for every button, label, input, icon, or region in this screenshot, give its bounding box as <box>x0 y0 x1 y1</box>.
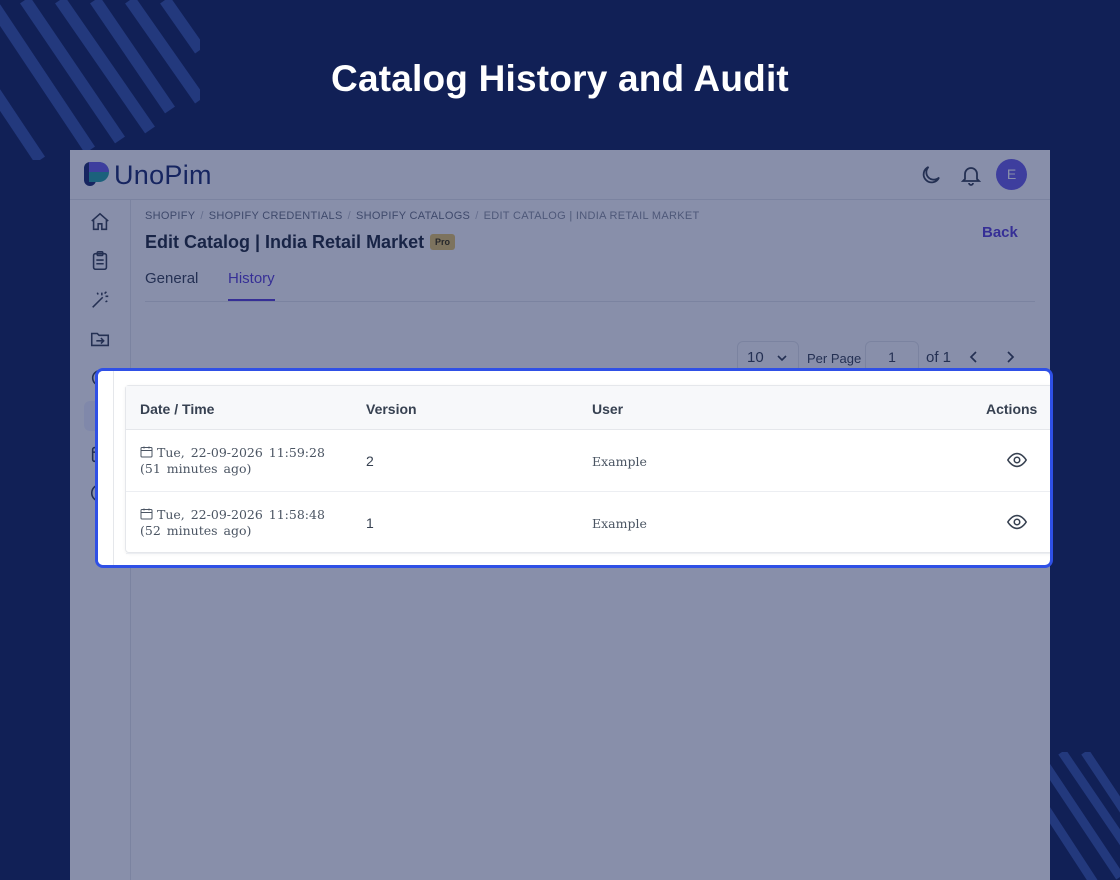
pro-badge: Pro <box>430 234 456 250</box>
breadcrumb-shopify[interactable]: SHOPIFY <box>145 210 195 222</box>
row-user: Example <box>592 454 647 469</box>
chevron-right-icon[interactable] <box>1000 347 1020 367</box>
unopim-logo-icon <box>84 162 109 186</box>
column-header-user: User <box>592 401 624 417</box>
per-page-label: Per Page <box>807 351 862 366</box>
breadcrumb-shopify-credentials[interactable]: SHOPIFY CREDENTIALS <box>209 210 343 222</box>
row-date: Tue, 22-09-2026 11:59:28 (51 minutes ago… <box>140 445 340 477</box>
breadcrumb-current: EDIT CATALOG | INDIA RETAIL MARKET <box>483 210 700 222</box>
row-date-text: Tue, 22-09-2026 11:59:28 (51 minutes ago… <box>140 445 325 476</box>
eye-icon[interactable] <box>1006 511 1028 533</box>
moon-icon[interactable] <box>919 163 943 187</box>
row-version: 1 <box>366 515 374 531</box>
history-table: Date / Time Version User Actions Tue, 22… <box>125 385 1050 554</box>
back-button[interactable]: Back <box>982 224 1018 241</box>
row-version: 2 <box>366 453 374 469</box>
row-date: Tue, 22-09-2026 11:58:48 (52 minutes ago… <box>140 507 340 539</box>
bell-icon[interactable] <box>959 163 983 187</box>
tab-general[interactable]: General <box>145 270 198 299</box>
chevron-down-icon <box>777 355 787 362</box>
magic-wand-icon[interactable] <box>89 289 111 311</box>
table-row: Tue, 22-09-2026 11:58:48 (52 minutes ago… <box>126 492 1050 554</box>
tab-history[interactable]: History <box>228 270 275 301</box>
sidebar-strip <box>98 371 114 565</box>
decorative-stripes-bottom-right <box>1040 752 1120 880</box>
row-user: Example <box>592 516 647 531</box>
calendar-icon <box>140 508 153 520</box>
avatar[interactable]: E <box>996 159 1027 190</box>
logo-text: UnoPim <box>114 160 212 190</box>
chevron-left-icon[interactable] <box>964 347 984 367</box>
folder-transfer-icon[interactable] <box>89 328 111 350</box>
column-header-date: Date / Time <box>140 401 215 417</box>
table-header: Date / Time Version User Actions <box>126 386 1050 430</box>
column-header-version: Version <box>366 401 417 417</box>
breadcrumb-shopify-catalogs[interactable]: SHOPIFY CATALOGS <box>356 210 470 222</box>
history-table-highlight: Date / Time Version User Actions Tue, 22… <box>95 368 1053 568</box>
top-bar: UnoPim E <box>70 150 1050 200</box>
page-title: Edit Catalog | India Retail Market <box>145 232 425 252</box>
page-total-label: of 1 <box>926 349 952 366</box>
home-icon[interactable] <box>89 211 111 233</box>
calendar-icon <box>140 446 153 458</box>
tab-bar: General History <box>145 270 1035 302</box>
per-page-value: 10 <box>747 349 764 366</box>
row-date-text: Tue, 22-09-2026 11:58:48 (52 minutes ago… <box>140 507 325 538</box>
banner-title: Catalog History and Audit <box>331 58 789 99</box>
eye-icon[interactable] <box>1006 449 1028 471</box>
breadcrumb: SHOPIFY / SHOPIFY CREDENTIALS / SHOPIFY CATA… <box>145 210 700 222</box>
clipboard-icon[interactable] <box>89 250 111 272</box>
table-row: Tue, 22-09-2026 11:59:28 (51 minutes ago… <box>126 430 1050 492</box>
column-header-actions: Actions <box>986 401 1038 417</box>
